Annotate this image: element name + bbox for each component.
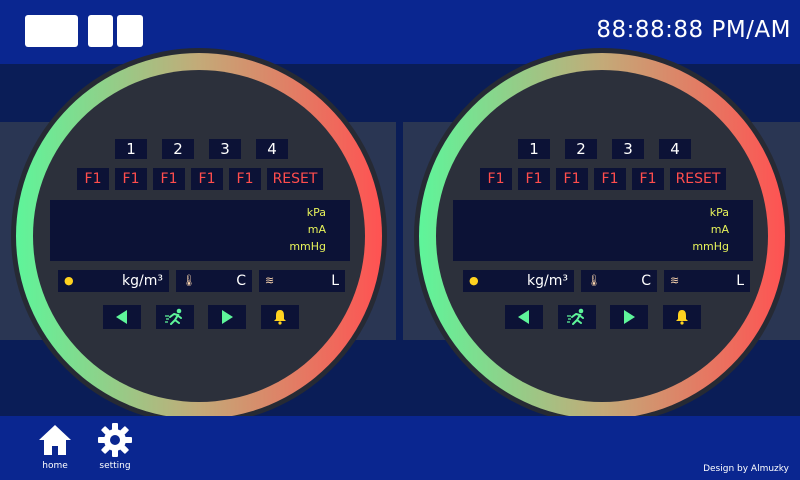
- fault-row: F1 F1 F1 F1 F1 RESET: [77, 168, 323, 190]
- value-display: kPa mA mmHg: [50, 200, 350, 261]
- drop-icon: ●: [64, 274, 74, 287]
- unit-mmhg: mmHg: [692, 240, 729, 253]
- temperature-reading: 🌡 C: [581, 270, 657, 292]
- status-indicator-1: [25, 15, 78, 47]
- unit-mmhg: mmHg: [289, 240, 326, 253]
- gear-icon: [98, 423, 132, 457]
- flow-unit: L: [736, 273, 744, 289]
- runner-icon: [165, 308, 182, 325]
- runner-icon: [567, 308, 584, 325]
- next-button[interactable]: [610, 305, 648, 329]
- density-unit: kg/m³: [122, 273, 163, 289]
- thermometer-icon: 🌡: [587, 274, 601, 287]
- channel-1-button[interactable]: 1: [115, 139, 147, 159]
- channel-3-button[interactable]: 3: [612, 139, 644, 159]
- channel-3-button[interactable]: 3: [209, 139, 241, 159]
- flow-icon: ≋: [670, 274, 680, 287]
- fault-1-button[interactable]: F1: [480, 168, 512, 190]
- channel-1-button[interactable]: 1: [518, 139, 550, 159]
- fault-3-button[interactable]: F1: [556, 168, 588, 190]
- fault-3-button[interactable]: F1: [153, 168, 185, 190]
- next-button[interactable]: [208, 305, 246, 329]
- designer-credit: Design by Almuzky: [703, 464, 789, 474]
- home-button[interactable]: home: [30, 422, 80, 478]
- flow-icon: ≋: [265, 274, 275, 287]
- fault-2-button[interactable]: F1: [115, 168, 147, 190]
- reset-button[interactable]: RESET: [670, 168, 726, 190]
- status-indicator-2a: [88, 15, 113, 47]
- alarm-button[interactable]: [663, 305, 701, 329]
- fault-5-button[interactable]: F1: [632, 168, 664, 190]
- gauge-1: 1 2 3 4 F1 F1 F1 F1 F1 RESET kPa mA mmHg…: [10, 47, 388, 425]
- arrow-right-icon: [222, 310, 233, 324]
- status-indicator-2b: [117, 15, 143, 47]
- bell-icon: [274, 310, 286, 325]
- unit-ma: mA: [710, 223, 729, 236]
- density-reading: ● kg/m³: [58, 270, 169, 292]
- drop-icon: ●: [469, 274, 479, 287]
- unit-ma: mA: [307, 223, 326, 236]
- run-button[interactable]: [558, 305, 596, 329]
- channel-2-button[interactable]: 2: [565, 139, 597, 159]
- arrow-left-icon: [518, 310, 529, 324]
- setting-button[interactable]: setting: [90, 422, 140, 478]
- fault-5-button[interactable]: F1: [229, 168, 261, 190]
- thermometer-icon: 🌡: [182, 274, 196, 287]
- value-display: kPa mA mmHg: [453, 200, 753, 261]
- channel-row: 1 2 3 4: [115, 139, 288, 159]
- gauge-2: 1 2 3 4 F1 F1 F1 F1 F1 RESET kPa mA mmHg…: [413, 47, 791, 425]
- bell-icon: [676, 310, 688, 325]
- density-unit: kg/m³: [527, 273, 568, 289]
- flow-reading: ≋ L: [259, 270, 345, 292]
- unit-kpa: kPa: [306, 206, 326, 219]
- arrow-right-icon: [624, 310, 635, 324]
- arrow-left-icon: [116, 310, 127, 324]
- channel-4-button[interactable]: 4: [256, 139, 288, 159]
- prev-button[interactable]: [505, 305, 543, 329]
- density-reading: ● kg/m³: [463, 270, 574, 292]
- channel-row: 1 2 3 4: [518, 139, 691, 159]
- run-button[interactable]: [156, 305, 194, 329]
- setting-label: setting: [99, 461, 131, 471]
- fault-4-button[interactable]: F1: [191, 168, 223, 190]
- flow-unit: L: [331, 273, 339, 289]
- temperature-unit: C: [236, 273, 246, 289]
- fault-4-button[interactable]: F1: [594, 168, 626, 190]
- reset-button[interactable]: RESET: [267, 168, 323, 190]
- home-icon: [39, 425, 71, 455]
- prev-button[interactable]: [103, 305, 141, 329]
- unit-kpa: kPa: [709, 206, 729, 219]
- fault-2-button[interactable]: F1: [518, 168, 550, 190]
- channel-2-button[interactable]: 2: [162, 139, 194, 159]
- flow-reading: ≋ L: [664, 270, 750, 292]
- channel-4-button[interactable]: 4: [659, 139, 691, 159]
- temperature-reading: 🌡 C: [176, 270, 252, 292]
- clock: 88:88:88 PM/AM: [596, 17, 791, 43]
- alarm-button[interactable]: [261, 305, 299, 329]
- fault-row: F1 F1 F1 F1 F1 RESET: [480, 168, 726, 190]
- fault-1-button[interactable]: F1: [77, 168, 109, 190]
- temperature-unit: C: [641, 273, 651, 289]
- home-label: home: [42, 461, 68, 471]
